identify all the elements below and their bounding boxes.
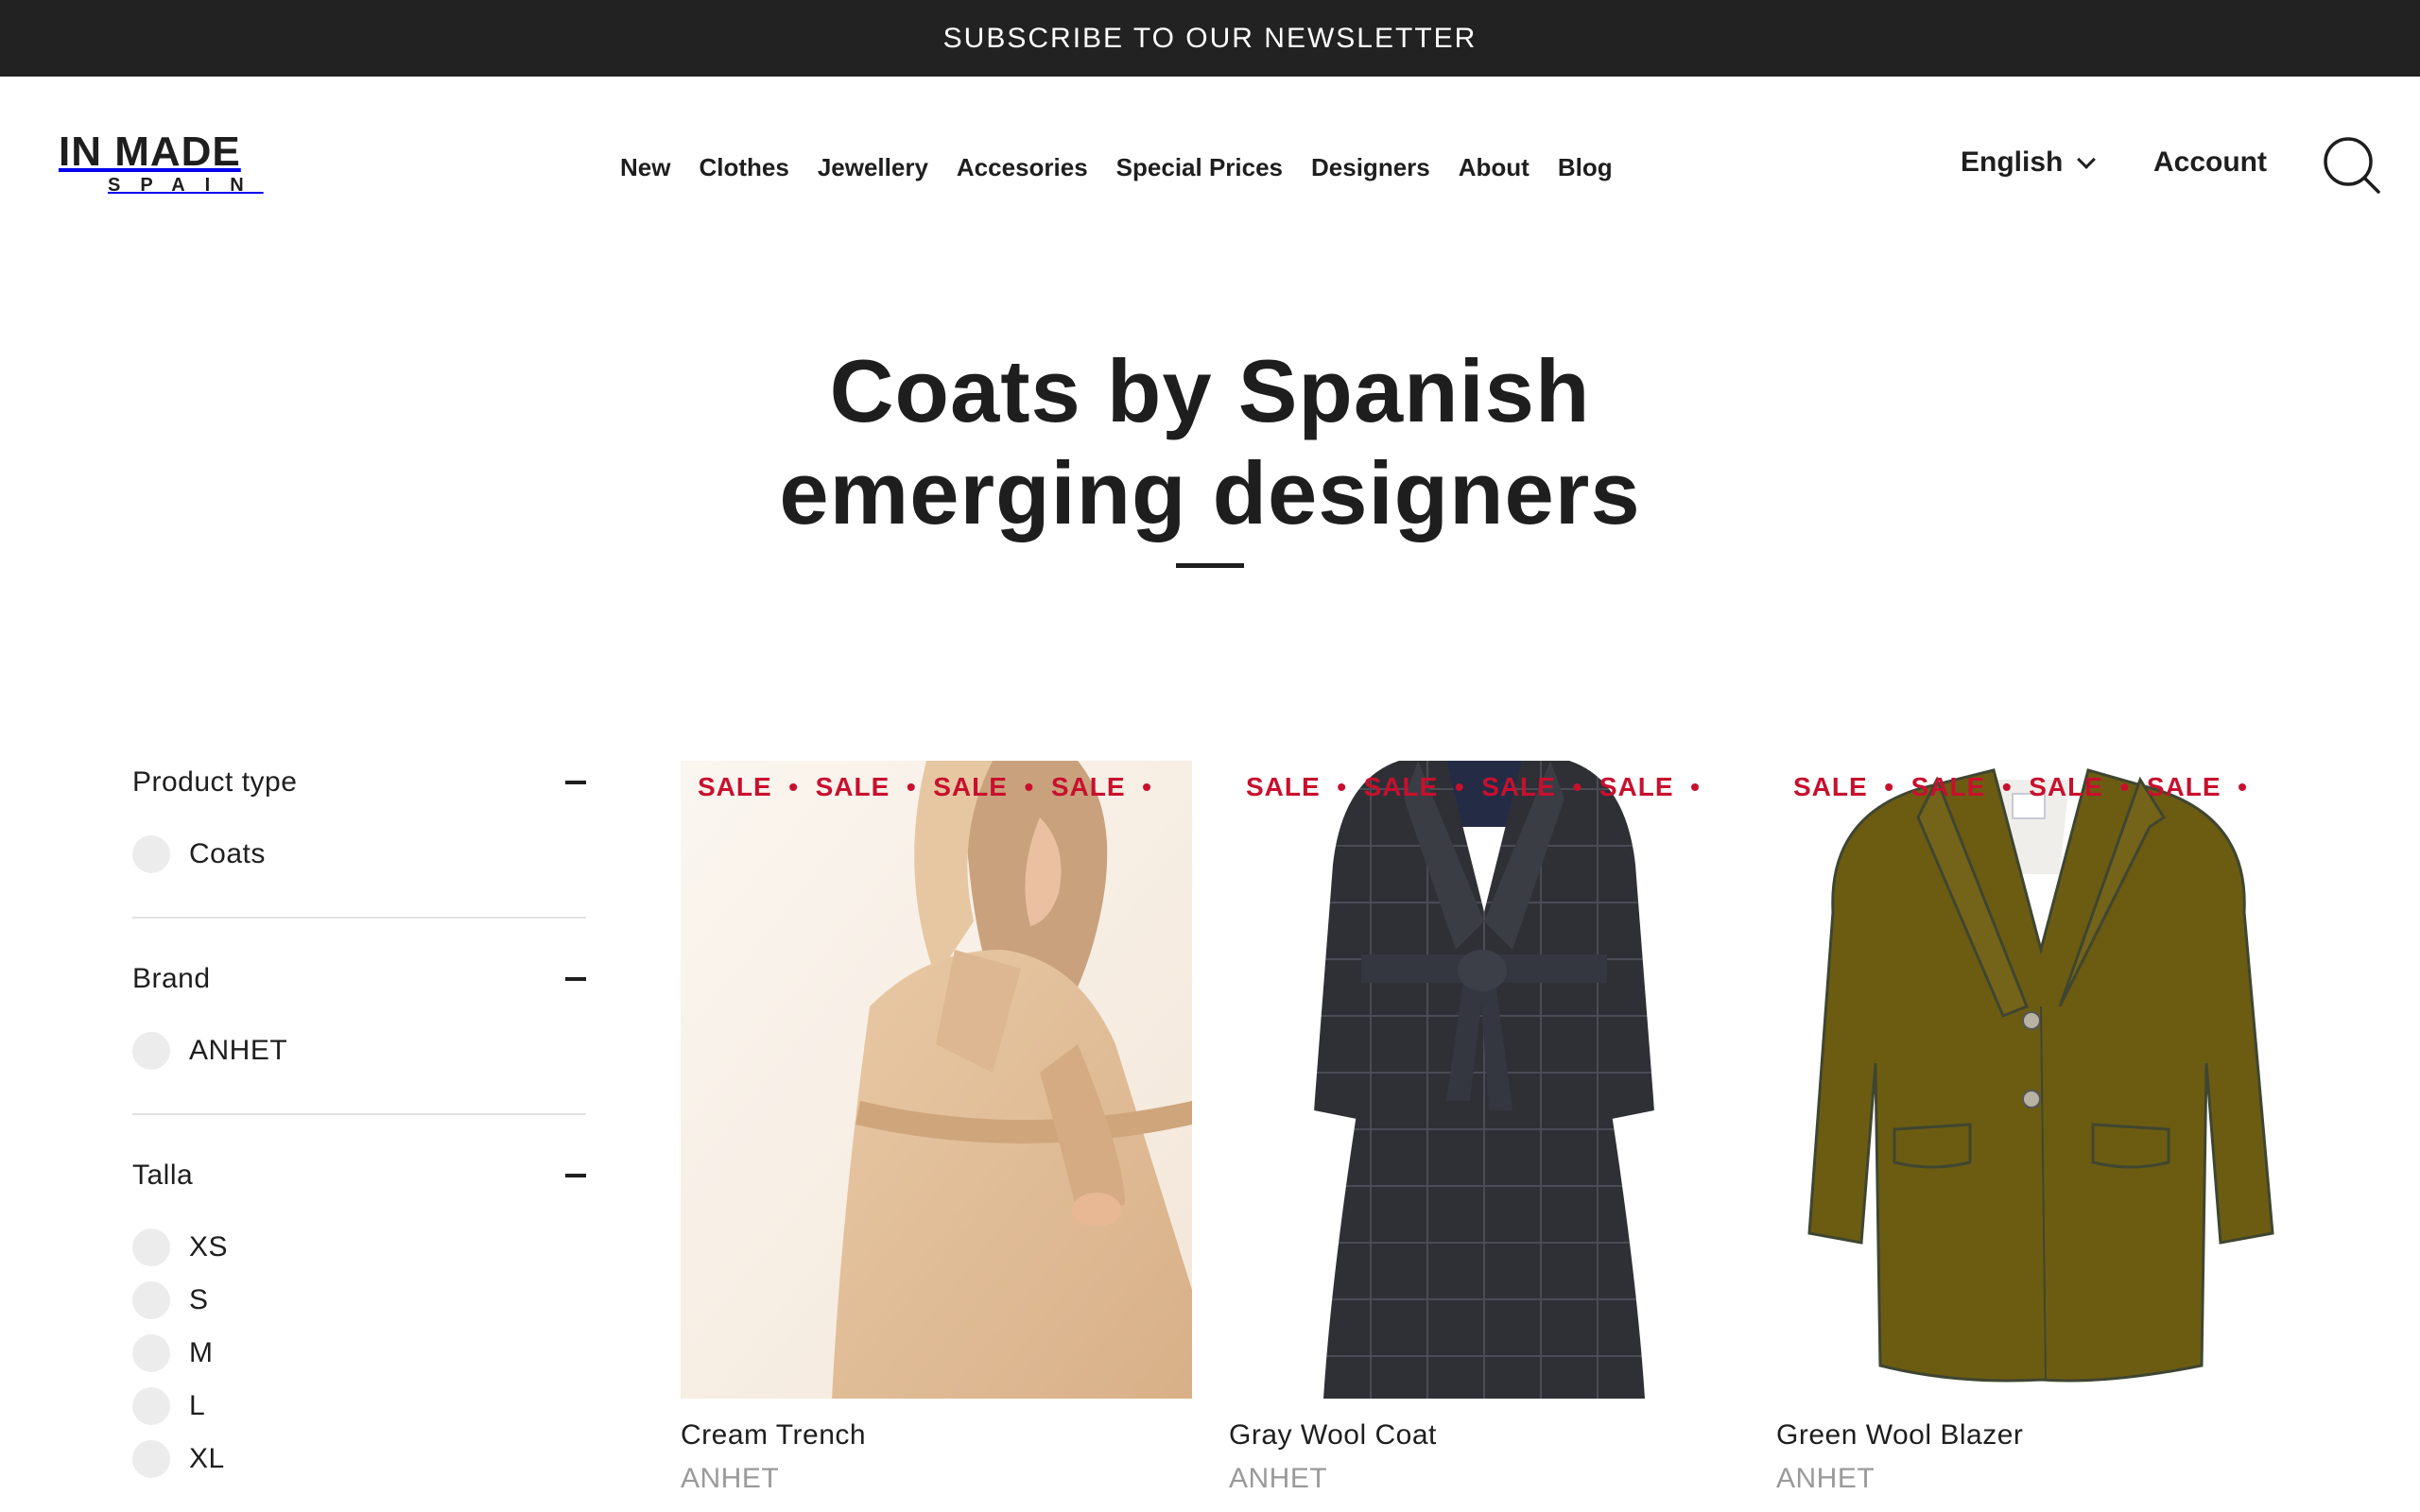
radio-button[interactable] <box>132 1334 170 1372</box>
filter-toggle-brand[interactable]: Brand <box>132 953 586 1005</box>
filter-group-brand: Brand ANHET <box>132 953 586 1115</box>
title-divider <box>1176 563 1244 568</box>
collapse-icon <box>565 977 586 981</box>
product-name[interactable]: Green Wool Blazer <box>1776 1419 2288 1452</box>
nav-item-special-prices[interactable]: Special Prices <box>1116 153 1283 182</box>
site-header: IN MADE SPAIN New Clothes Jewellery Acce… <box>0 77 2420 247</box>
filter-option-anhet[interactable]: ANHET <box>132 1024 586 1077</box>
chevron-down-icon <box>2077 150 2097 169</box>
header-actions: English Account <box>1853 133 2420 199</box>
option-label: Coats <box>189 838 266 869</box>
product-image[interactable]: SALE • SALE • SALE • SALE • <box>1229 761 1740 1399</box>
site-logo[interactable]: IN MADE SPAIN <box>59 131 304 198</box>
sale-badge: SALE • SALE • SALE • SALE • <box>1793 772 2248 801</box>
filter-group-product-type: Product type Coats <box>132 756 586 919</box>
product-image[interactable]: SALE • SALE • SALE • SALE • <box>681 761 1192 1399</box>
option-label: M <box>189 1337 214 1368</box>
filter-option-l[interactable]: L <box>132 1380 586 1433</box>
nav-item-blog[interactable]: Blog <box>1558 153 1613 182</box>
page-title-line-2: emerging designers <box>779 443 1641 542</box>
nav-item-accesories[interactable]: Accesories <box>957 153 1088 182</box>
filter-title: Product type <box>132 766 298 798</box>
product-brand: ANHET <box>681 1463 780 1494</box>
option-label: ANHET <box>189 1035 288 1066</box>
page-title-line-1: Coats by Spanish <box>829 341 1591 440</box>
main-nav: New Clothes Jewellery Accesories Special… <box>620 148 1613 186</box>
collapse-icon <box>565 781 586 784</box>
filters-sidebar: Product type Coats Brand ANHET Talla XS … <box>132 756 586 1512</box>
radio-button[interactable] <box>132 835 170 873</box>
filter-title: Talla <box>132 1160 194 1191</box>
filter-title: Brand <box>132 963 211 994</box>
filter-option-xl[interactable]: XL <box>132 1433 586 1486</box>
page-header: Coats by Spanish emerging designers <box>0 340 2420 568</box>
nav-item-clothes[interactable]: Clothes <box>699 153 788 182</box>
logo-sub-text: SPAIN <box>108 175 264 196</box>
filter-group-talla: Talla XS S M L XL <box>132 1149 586 1512</box>
filter-toggle-talla[interactable]: Talla <box>132 1149 586 1202</box>
product-brand: ANHET <box>1229 1463 1328 1494</box>
product-card[interactable]: SALE • SALE • SALE • SALE • Cream Trench… <box>681 761 1192 1495</box>
option-label: XL <box>189 1443 225 1474</box>
search-button[interactable] <box>2320 133 2386 199</box>
radio-button[interactable] <box>132 1228 170 1266</box>
subscribe-newsletter-link[interactable]: SUBSCRIBE TO OUR NEWSLETTER <box>943 23 1478 55</box>
product-brand: ANHET <box>1776 1463 1876 1494</box>
logo-main-text: IN MADE <box>59 129 241 175</box>
option-label: S <box>189 1284 209 1315</box>
collapse-icon <box>565 1174 586 1177</box>
product-card[interactable]: SALE • SALE • SALE • SALE • Green Wool B… <box>1776 761 2288 1495</box>
nav-item-designers[interactable]: Designers <box>1311 153 1430 182</box>
account-link[interactable]: Account <box>2153 146 2267 179</box>
nav-item-about[interactable]: About <box>1459 153 1530 182</box>
filter-option-m[interactable]: M <box>132 1327 586 1380</box>
filter-toggle-product-type[interactable]: Product type <box>132 756 586 809</box>
sale-badge: SALE • SALE • SALE • SALE • <box>1246 772 1701 801</box>
nav-item-new[interactable]: New <box>620 153 670 182</box>
option-label: L <box>189 1390 206 1421</box>
filter-option-s[interactable]: S <box>132 1274 586 1327</box>
radio-button[interactable] <box>132 1032 170 1070</box>
language-selector[interactable]: English <box>1961 146 2097 179</box>
page-title: Coats by Spanish emerging designers <box>0 340 2420 544</box>
filter-option-coats[interactable]: Coats <box>132 828 586 881</box>
radio-button[interactable] <box>132 1440 170 1478</box>
product-image[interactable]: SALE • SALE • SALE • SALE • <box>1776 761 2288 1399</box>
product-name[interactable]: Gray Wool Coat <box>1229 1419 1740 1452</box>
product-photo-cream-trench <box>681 761 1192 1399</box>
product-card[interactable]: SALE • SALE • SALE • SALE • Gray Wool Co… <box>1229 761 1740 1495</box>
search-icon <box>2324 137 2380 194</box>
product-photo-gray-wool-coat <box>1229 761 1740 1399</box>
product-name[interactable]: Cream Trench <box>681 1419 1192 1452</box>
nav-item-jewellery[interactable]: Jewellery <box>818 153 928 182</box>
option-label: XS <box>189 1231 229 1263</box>
sale-badge: SALE • SALE • SALE • SALE • <box>698 772 1152 801</box>
language-label: English <box>1961 146 2064 178</box>
newsletter-bar: SUBSCRIBE TO OUR NEWSLETTER <box>0 0 2420 77</box>
radio-button[interactable] <box>132 1387 170 1425</box>
product-photo-green-wool-blazer <box>1776 761 2288 1399</box>
radio-button[interactable] <box>132 1281 170 1319</box>
filter-option-xs[interactable]: XS <box>132 1221 586 1274</box>
